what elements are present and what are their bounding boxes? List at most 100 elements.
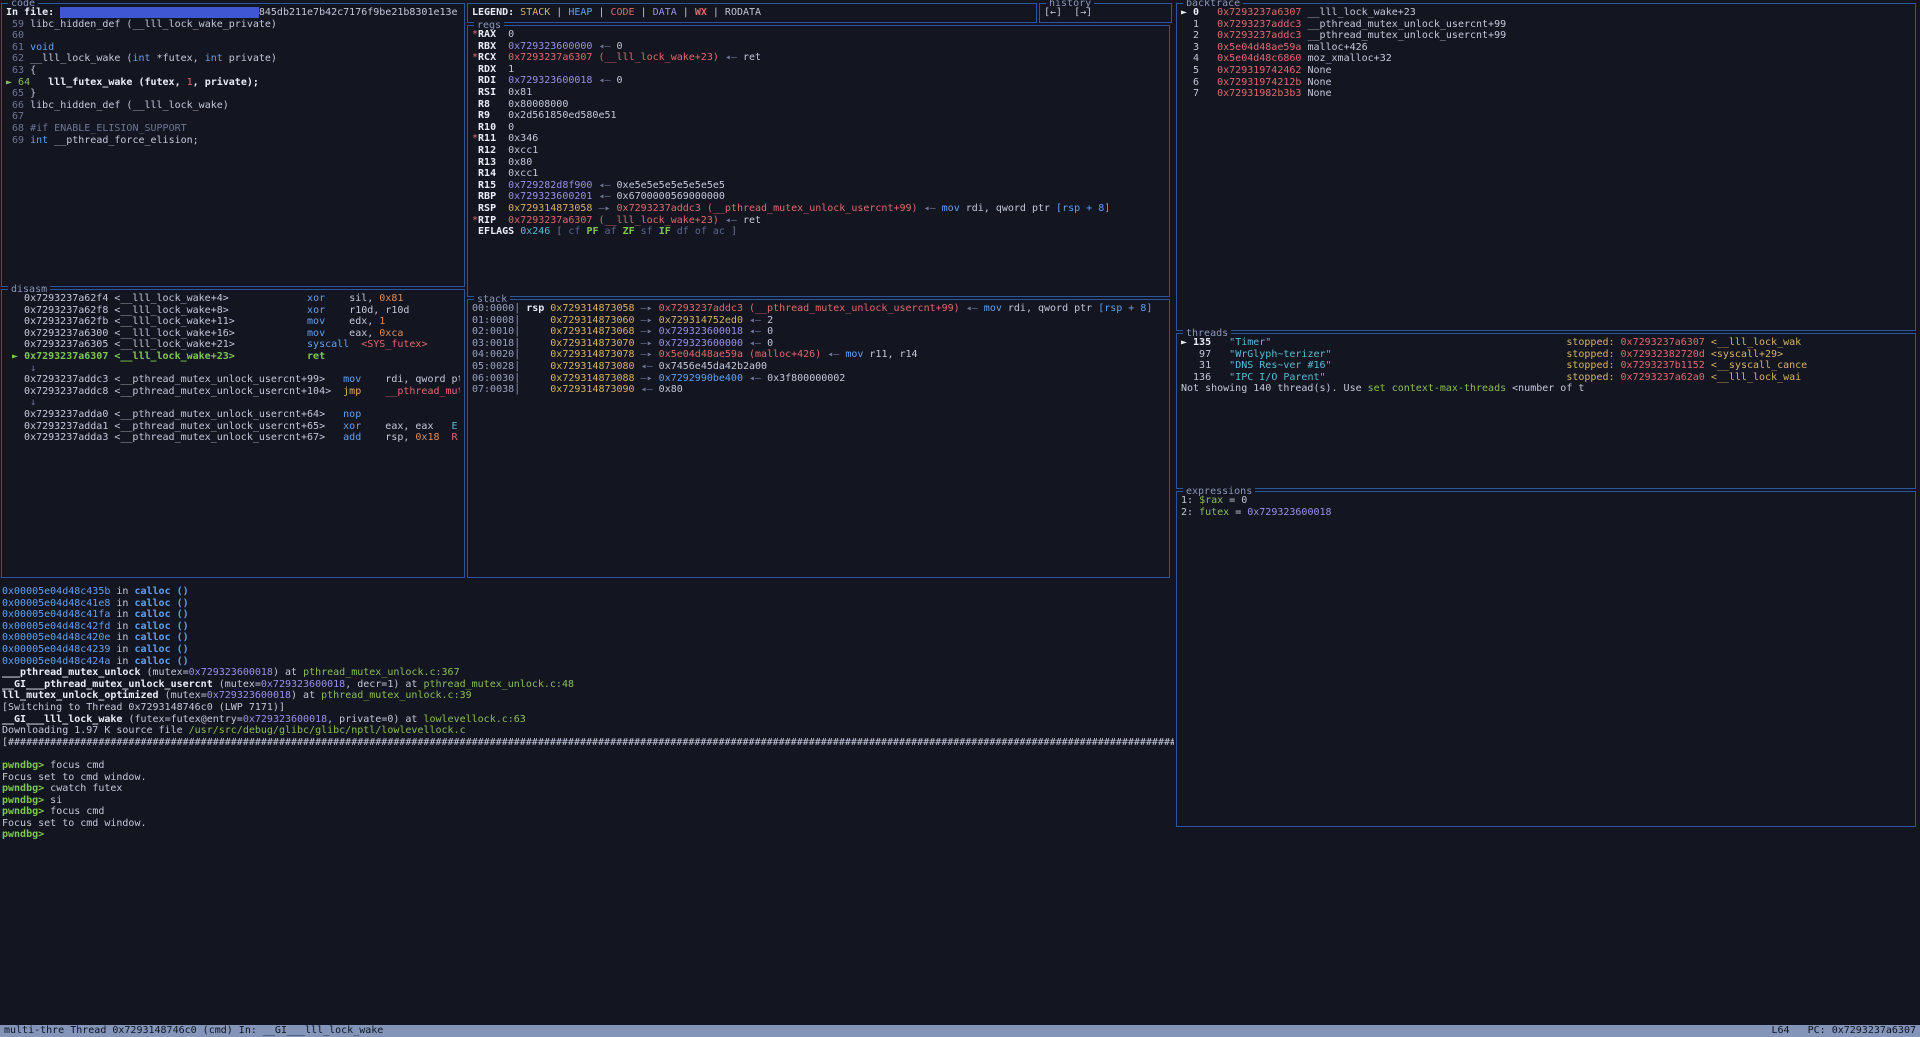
text-segment xyxy=(433,421,451,432)
text-segment: 0x7293237addc3 <__pthread_mutex_unlock_u… xyxy=(6,374,325,385)
text-segment: 0 xyxy=(496,122,514,133)
text-segment xyxy=(349,339,361,350)
text-segment: r11, r14 xyxy=(863,349,917,360)
text-segment xyxy=(496,203,508,214)
text-segment: $rax xyxy=(1199,495,1223,506)
disassembly-view: 0x7293237a62f4 <__lll_lock_wake+4> xor s… xyxy=(2,290,464,577)
terminal-line: RBP 0x729323600201 ◂— 0x6700000569000000 xyxy=(472,191,1165,203)
text-segment xyxy=(60,7,259,18)
text-segment: 0 xyxy=(617,41,623,52)
text-segment: 1: xyxy=(1181,495,1199,506)
text-segment: <number of t xyxy=(1506,383,1584,394)
text-segment: | xyxy=(592,7,610,18)
terminal-line: Not showing 140 thread(s). Use set conte… xyxy=(1181,383,1911,395)
terminal-line: [←] [→] xyxy=(1044,7,1167,19)
text-segment: PF xyxy=(586,226,604,237)
text-segment: 0x729314873058 xyxy=(508,203,592,214)
text-segment: pthread_mutex_unlock.c:48 xyxy=(423,679,574,690)
text-segment: 0x6700000569000000 xyxy=(617,191,725,202)
text-segment: , decr=1) at xyxy=(345,679,423,690)
text-segment: ◂— xyxy=(635,384,659,395)
history-nav-buttons[interactable]: [←] [→] xyxy=(1040,4,1171,22)
text-segment: 0x729314873070 xyxy=(550,338,634,349)
text-segment: 0x729314873080 xyxy=(550,361,634,372)
terminal-line: ► 64 lll_futex_wake (futex, 1, private); xyxy=(6,77,460,89)
text-segment: RDI xyxy=(478,75,496,86)
terminal-line: 0x00005e04d48c41e8 in calloc () xyxy=(2,598,1174,610)
terminal-line: In file: 845db211e7b42c7176f9be21b8301e1… xyxy=(6,7,460,19)
text-segment: 0x81 xyxy=(379,293,403,304)
text-segment: 0x7293237a6307 <__lll_lock_wake+23> xyxy=(24,351,235,362)
text-segment: 0x3f800000002 xyxy=(767,373,845,384)
text-segment: focus cmd xyxy=(50,806,104,817)
text-segment: 03:0018│ xyxy=(472,338,550,349)
text-segment xyxy=(496,41,508,52)
text-segment: ◂— xyxy=(592,191,616,202)
terminal-line: 0x00005e04d48c42fd in calloc () xyxy=(2,621,1174,633)
terminal-line: 5 0x729319742462 None xyxy=(1181,65,1911,77)
text-segment: —▸ xyxy=(635,373,659,384)
text-segment: 0x7293237a6307 xyxy=(1621,337,1705,348)
terminal-line: 00:0000│ rsp 0x729314873058 —▸ 0x7293237… xyxy=(472,303,1165,315)
text-segment: —▸ xyxy=(592,203,616,214)
terminal-line: 0x00005e04d48c41fa in calloc () xyxy=(2,609,1174,621)
terminal-line: [#######################################… xyxy=(2,737,1174,749)
text-segment: moz_xmalloc+32 xyxy=(1301,53,1391,64)
text-segment: 6 xyxy=(1181,77,1217,88)
text-segment: —▸ xyxy=(635,326,659,337)
text-segment: 69 xyxy=(6,135,30,146)
terminal-line: Focus set to cmd window. xyxy=(2,818,1174,830)
text-segment: ► xyxy=(6,351,24,362)
text-segment: pthread_mutex_unlock.c:367 xyxy=(303,667,460,678)
text-segment: Downloading 1.97 K source file xyxy=(2,725,189,736)
text-segment: __pthread_mutex_unlock_usercnt+64 xyxy=(385,386,460,397)
text-segment: __pthread_mutex_unlock_usercnt+99 xyxy=(1301,30,1506,41)
text-segment: LEGEND: xyxy=(472,7,520,18)
text-segment: ◂— xyxy=(592,41,616,52)
text-segment: RDX xyxy=(478,64,496,75)
text-segment xyxy=(325,409,343,420)
text-segment: "DNS Res~ver #16" xyxy=(1229,360,1331,371)
text-segment: in xyxy=(110,609,134,620)
text-segment: (mutex= xyxy=(159,690,207,701)
text-segment: 1 xyxy=(379,316,385,327)
terminal-line: 2: futex = 0x729323600018 xyxy=(1181,507,1911,519)
text-segment: calloc () xyxy=(134,632,188,643)
text-segment: nop xyxy=(343,409,361,420)
text-segment: 2 xyxy=(1181,30,1217,41)
command-console[interactable]: 0x00005e04d48c435b in calloc ()0x00005e0… xyxy=(2,580,1174,1022)
terminal-line: ↓ xyxy=(6,363,460,375)
text-segment: | xyxy=(707,7,725,18)
text-segment: RSP xyxy=(478,203,496,214)
terminal-line: EFLAGS 0x246 [ cf PF af ZF sf IF df of a… xyxy=(472,226,1165,238)
terminal-line: 62 __lll_lock_wake (int *futex, int priv… xyxy=(6,53,460,65)
text-segment: jmp xyxy=(343,386,361,397)
text-segment: calloc () xyxy=(134,598,188,609)
text-segment: eax, xyxy=(325,328,379,339)
text-segment: mov xyxy=(307,316,325,327)
text-segment: 0x729314752ed0 xyxy=(659,315,743,326)
text-segment: ___pthread_mutex_unlock xyxy=(2,667,140,678)
text-segment: 0x246 xyxy=(520,226,550,237)
text-segment: } xyxy=(30,88,36,99)
terminal-line: 05:0028│ 0x729314873080 ◂— 0x7456e45da42… xyxy=(472,361,1165,373)
text-segment: 0x729323600018 xyxy=(189,667,273,678)
text-segment: 65 xyxy=(6,88,30,99)
panel-threads: threads ► 135 "Timer" stopped: 0x7293237… xyxy=(1176,333,1916,489)
text-segment: 0x7293237a6307 (__lll_lock_wake+23) xyxy=(508,215,719,226)
text-segment: 0xcc1 xyxy=(496,168,538,179)
text-segment: lowlevellock.c:63 xyxy=(423,714,525,725)
terminal-line: 0x00005e04d48c4239 in calloc () xyxy=(2,644,1174,656)
text-segment: R15 xyxy=(478,180,496,191)
text-segment: 0x7293237adda3 <__pthread_mutex_unlock_u… xyxy=(6,432,325,443)
text-segment: ◂— xyxy=(743,315,767,326)
text-segment xyxy=(325,374,343,385)
panel-disasm: disasm 0x7293237a62f4 <__lll_lock_wake+4… xyxy=(1,289,465,578)
text-segment: xor xyxy=(343,421,361,432)
text-segment: 0x00005e04d48c435b xyxy=(2,586,110,597)
text-segment: 1 xyxy=(1181,19,1217,30)
text-segment: 0 xyxy=(767,338,773,349)
text-segment: libc_hidden_def (__lll_lock_wake_private… xyxy=(30,19,277,30)
text-segment: 0x7456e45da42b2a00 xyxy=(659,361,767,372)
text-segment xyxy=(496,191,508,202)
